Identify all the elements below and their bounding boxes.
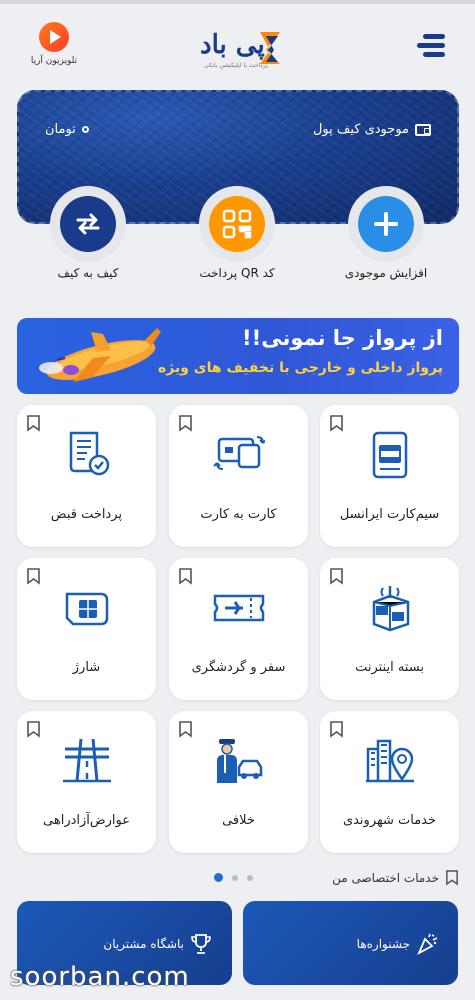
pager-dot[interactable] xyxy=(232,874,238,881)
bookmark-icon[interactable] xyxy=(178,414,193,432)
party-popper-icon xyxy=(417,933,438,955)
action-ring xyxy=(50,186,126,262)
sim-charge-icon xyxy=(65,592,109,626)
wallet-balance-text: تومان xyxy=(45,122,76,137)
wallet-to-wallet-button[interactable]: کیف به کیف xyxy=(49,186,127,280)
bookmark-icon[interactable] xyxy=(178,720,193,738)
pager-dot[interactable] xyxy=(247,874,253,881)
flight-promo-banner[interactable]: از پرواز جا نمونی!! پرواز داخلی و خارجی … xyxy=(17,318,459,394)
service-tile-citizen-services[interactable]: خدمات شهروندی xyxy=(320,711,459,853)
tv-logo-label: تلویزیون آریا xyxy=(30,56,78,66)
highway-toll-icon xyxy=(63,738,111,783)
watermark-text: soorban.com xyxy=(10,962,190,992)
service-tile-highway-toll[interactable]: عوارض‌آزادراهی xyxy=(17,711,156,853)
plus-icon xyxy=(358,196,414,252)
bookmark-icon[interactable] xyxy=(26,414,41,432)
bookmark-icon[interactable] xyxy=(329,414,344,432)
qr-payment-button[interactable]: پرداخت QR کد xyxy=(198,186,276,280)
service-label: سیم‌کارت ایرانسل xyxy=(339,507,440,522)
customer-club-label: باشگاه مشتریان xyxy=(103,937,184,951)
service-label: خدمات شهروندی xyxy=(342,813,437,828)
service-tile-internet-package[interactable]: بسته اینترنت xyxy=(320,558,459,700)
card-transfer-icon xyxy=(213,436,265,470)
service-tile-bill-payment[interactable]: پرداخت قبض xyxy=(17,405,156,547)
service-label: شارژ xyxy=(72,660,101,675)
menu-line xyxy=(423,52,445,57)
brand-name: پی باد xyxy=(200,30,265,60)
wallet-label-text: موجودی کیف پول xyxy=(312,122,409,137)
bookmark-icon[interactable] xyxy=(26,720,41,738)
bill-icon xyxy=(69,431,110,476)
bookmark-icon[interactable] xyxy=(178,567,193,585)
flight-ticket-icon xyxy=(213,594,265,622)
bookmark-icon[interactable] xyxy=(329,567,344,585)
wallet-balance: تومان xyxy=(45,122,89,137)
festivals-label: جشنواره‌ها xyxy=(356,937,410,951)
service-tile-irancell-sim[interactable]: سیم‌کارت ایرانسل xyxy=(320,405,459,547)
service-tile-traffic-fines[interactable]: خلافی xyxy=(169,711,308,853)
internet-package-icon xyxy=(372,586,410,632)
status-bar-line xyxy=(0,0,475,4)
sim-card-irancell-icon xyxy=(372,431,408,479)
bookmark-icon[interactable] xyxy=(329,720,344,738)
action-label: کیف به کیف xyxy=(57,266,119,280)
action-label: پرداخت QR کد xyxy=(199,266,275,280)
service-label: خلافی xyxy=(222,813,255,828)
carousel-pager xyxy=(214,873,253,882)
pager-dot-active[interactable] xyxy=(214,873,223,882)
action-ring xyxy=(199,186,275,262)
menu-button[interactable] xyxy=(417,34,445,60)
transfer-arrows-icon xyxy=(60,196,116,252)
service-label: سفر و گردشگری xyxy=(191,660,286,675)
service-label: عوارض‌آزادراهی xyxy=(43,813,130,828)
menu-line xyxy=(423,34,445,39)
city-location-icon xyxy=(366,739,414,783)
trophy-icon xyxy=(191,934,211,954)
action-label: افزایش موجودی xyxy=(344,266,428,280)
service-tile-travel[interactable]: سفر و گردشگری xyxy=(169,558,308,700)
bookmark-icon xyxy=(446,870,458,886)
app-header: تلویزیون آریا پی باد پرداخت با اپلیکیشن … xyxy=(0,14,475,80)
traffic-police-icon xyxy=(217,739,263,783)
bookmark-icon[interactable] xyxy=(26,567,41,585)
wallet-icon xyxy=(415,123,431,136)
play-icon xyxy=(39,22,69,52)
service-label: بسته اینترنت xyxy=(355,660,424,675)
banner-subtitle: پرواز داخلی و خارجی با تخفیف های ویژه xyxy=(157,360,443,376)
banner-title: از پرواز جا نمونی!! xyxy=(242,326,443,350)
airplane-icon xyxy=(39,328,161,382)
brand-logo: پی باد پرداخت با اپلیکیشن بانکی xyxy=(200,28,284,69)
wallet-label: موجودی کیف پول xyxy=(313,122,431,137)
service-label: پرداخت قبض xyxy=(50,507,123,522)
qr-code-icon xyxy=(209,196,265,252)
tv-aria-logo[interactable]: تلویزیون آریا xyxy=(24,22,84,66)
brand-tagline: پرداخت با اپلیکیشن بانکی xyxy=(204,62,268,69)
service-tile-charge[interactable]: شارژ xyxy=(17,558,156,700)
balance-dot-icon xyxy=(81,126,89,133)
add-balance-button[interactable]: افزایش موجودی xyxy=(345,186,427,280)
festivals-card[interactable]: جشنواره‌ها xyxy=(243,901,458,985)
service-label: کارت به کارت xyxy=(200,507,277,522)
service-tile-card-to-card[interactable]: کارت به کارت xyxy=(169,405,308,547)
exclusive-label: خدمات اختصاصی من xyxy=(332,870,439,885)
action-ring xyxy=(348,186,424,262)
my-exclusive-services[interactable]: خدمات اختصاصی من xyxy=(332,869,459,886)
menu-line xyxy=(417,43,445,48)
